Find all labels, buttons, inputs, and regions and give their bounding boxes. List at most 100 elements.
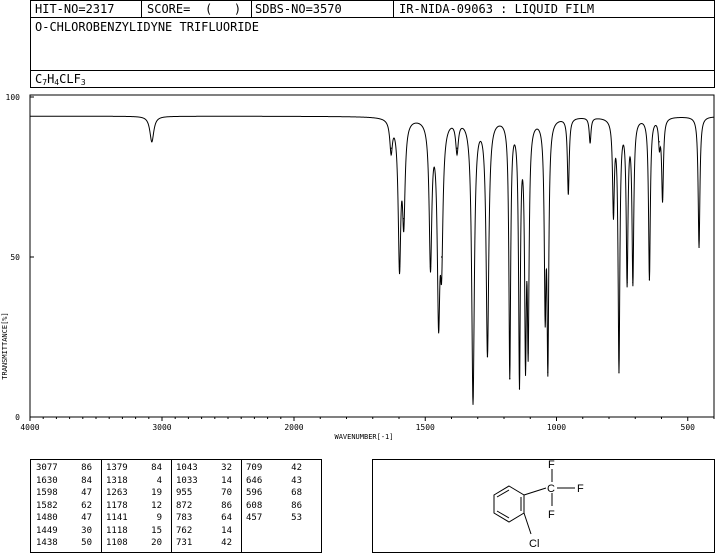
peak-wavenumber: 731 <box>176 538 193 548</box>
ir-method: IR-NIDA-09063 : LIQUID FILM <box>399 2 595 16</box>
peak-table-row: 1263 19 <box>106 488 162 499</box>
peak-point <box>509 378 511 380</box>
peak-point <box>440 256 443 258</box>
peak-wavenumber: 1118 <box>106 525 128 536</box>
hit-number: HIT-NO=2317 <box>35 2 115 16</box>
peak-table-row: 1630 84 <box>36 476 92 487</box>
peak-table-row: 1318 4 <box>106 476 162 487</box>
peak-wavenumber: 1033 <box>176 475 198 486</box>
peak-table-row: 457 53 <box>246 513 302 524</box>
benzene-ring <box>493 485 525 523</box>
peak-point <box>438 320 440 322</box>
peak-table-divider <box>171 459 172 553</box>
peak-point <box>618 371 620 373</box>
peak-wavenumber: 783 <box>176 513 193 523</box>
peak-transmittance: 47 <box>81 513 92 523</box>
x-tick-label: 1500 <box>416 423 435 432</box>
x-axis-ticks: 4000 3000 2000 1500 1000 500 <box>20 417 715 432</box>
peak-transmittance: 68 <box>291 488 302 498</box>
peak-wavenumber: 762 <box>176 525 193 536</box>
x-axis-label: WAVENUMBER[-1] <box>334 433 393 441</box>
peak-table-row: 1379 84 <box>106 463 162 474</box>
peak-table-row: 1582 62 <box>36 501 92 512</box>
peak-point <box>567 192 569 194</box>
peak-wavenumber: 457 <box>246 513 263 523</box>
peak-transmittance: 64 <box>221 513 232 523</box>
spectrum-line <box>30 115 715 405</box>
y-tick-label: 0 <box>15 413 20 422</box>
peak-point <box>648 278 651 280</box>
peak-point <box>151 141 153 143</box>
peak-transmittance: 50 <box>81 538 92 548</box>
header-divider <box>141 1 142 17</box>
peak-point <box>518 387 521 389</box>
y-tick-label: 100 <box>6 93 21 102</box>
peak-table-row: 1118 15 <box>106 526 162 537</box>
peak-point <box>698 246 700 248</box>
peak-table-row: 1178 12 <box>106 501 162 512</box>
peak-wavenumber: 1263 <box>106 488 128 498</box>
peak-table-row: 1480 47 <box>36 513 92 524</box>
x-tick-label: 500 <box>681 423 696 432</box>
atom-f-bottom: F <box>548 509 555 521</box>
peak-table-row: 955 70 <box>176 488 232 499</box>
peak-table-divider <box>241 459 242 553</box>
peak-wavenumber: 1449 <box>36 525 58 536</box>
peak-transmittance: 9 <box>156 513 162 523</box>
x-tick-label: 1000 <box>547 423 566 432</box>
peak-transmittance: 84 <box>81 475 92 486</box>
peak-wavenumber: 596 <box>246 488 263 498</box>
peak-point <box>472 403 474 405</box>
peak-point <box>612 211 615 213</box>
peak-wavenumber: 1582 <box>36 500 58 511</box>
peak-point <box>486 355 489 357</box>
atom-c: C <box>547 483 555 495</box>
peak-table-row: 1108 20 <box>106 538 162 549</box>
peak-transmittance: 42 <box>221 538 232 548</box>
peak-transmittance: 14 <box>221 525 232 536</box>
peak-transmittance: 84 <box>151 463 162 473</box>
peak-transmittance: 14 <box>221 475 232 486</box>
peak-wavenumber: 1178 <box>106 500 128 511</box>
peak-transmittance: 30 <box>81 525 92 536</box>
peak-transmittance: 53 <box>291 513 302 523</box>
peak-table-row: 783 64 <box>176 513 232 524</box>
header-rule <box>31 70 714 71</box>
ir-spectrum-chart: 0 50 100 4000 3000 2000 1500 1000 500 TRANSMITT… <box>1 93 715 441</box>
header-divider <box>393 1 394 17</box>
peak-point <box>429 266 432 268</box>
peak-wavenumber: 955 <box>176 488 193 498</box>
bond-ring-c <box>523 487 547 496</box>
peak-transmittance: 86 <box>221 500 232 511</box>
peak-table-row: 731 42 <box>176 538 232 549</box>
peak-table-row: 1598 47 <box>36 488 92 499</box>
peak-wavenumber: 1438 <box>36 538 58 548</box>
x-tick-label: 3000 <box>152 423 171 432</box>
peak-point <box>547 371 549 373</box>
peak-table-values: 3077 86 1630 84 1598 47 1582 62 1480 47 1449 30 1438… <box>30 459 322 553</box>
peak-transmittance: 86 <box>81 463 92 473</box>
x-tick-label: 4000 <box>20 423 39 432</box>
peak-point <box>589 141 591 143</box>
peak-transmittance: 4 <box>156 475 162 486</box>
peak-table-row: 872 86 <box>176 501 232 512</box>
peak-table-row: 709 42 <box>246 463 302 474</box>
peak-transmittance: 19 <box>151 488 162 498</box>
peak-point <box>527 352 529 354</box>
peak-transmittance: 20 <box>151 538 162 548</box>
peak-wavenumber: 608 <box>246 500 263 511</box>
peak-transmittance: 47 <box>81 488 92 498</box>
peak-point <box>661 198 664 200</box>
peak-transmittance: 12 <box>151 500 162 511</box>
peak-transmittance: 15 <box>151 525 162 536</box>
peak-table-divider <box>101 459 102 553</box>
peak-transmittance: 42 <box>291 463 302 473</box>
peak-wavenumber: 1598 <box>36 488 58 498</box>
peak-point <box>398 266 401 268</box>
peak-wavenumber: 1379 <box>106 463 128 473</box>
peak-table-row: 1449 30 <box>36 526 92 537</box>
peak-transmittance: 43 <box>291 475 302 486</box>
peak-wavenumber: 1630 <box>36 475 58 486</box>
molecular-formula: C7H4CLF3 <box>35 72 86 87</box>
sdbs-number: SDBS-NO=3570 <box>255 2 342 16</box>
